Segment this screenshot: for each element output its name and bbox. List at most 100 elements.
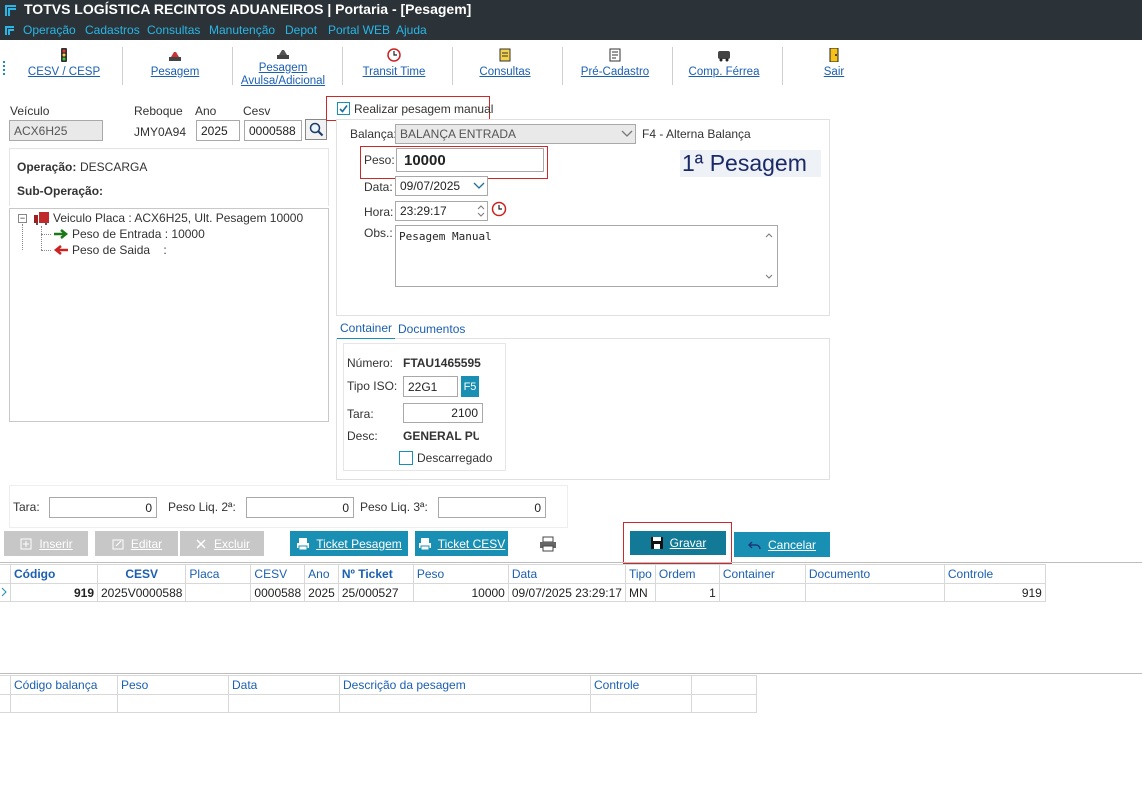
peso-liq-2-field[interactable]: 0 bbox=[246, 497, 354, 518]
col-codigo-balanca[interactable]: Código balança bbox=[10, 675, 118, 695]
cell-documento[interactable] bbox=[804, 583, 945, 602]
window-title: TOTVS LOGÍSTICA RECINTOS ADUANEIROS | Po… bbox=[24, 1, 472, 17]
editar-button[interactable]: Editar bbox=[95, 531, 178, 556]
col-controle-balanca[interactable]: Controle bbox=[590, 675, 692, 695]
col-descricao-pesagem[interactable]: Descrição da pesagem bbox=[339, 675, 591, 695]
menu-consultas[interactable]: Consultas bbox=[147, 23, 200, 37]
cell-ordem[interactable]: 1 bbox=[654, 583, 720, 602]
pre-cadastro-button[interactable]: Pré-Cadastro bbox=[565, 41, 665, 91]
col-peso[interactable]: Peso bbox=[412, 564, 509, 584]
consultas-button[interactable]: Consultas bbox=[455, 41, 555, 91]
comp-ferrea-button[interactable]: Comp. Férrea bbox=[674, 41, 774, 91]
cell-cesv[interactable]: 2025V0000588 bbox=[96, 583, 187, 602]
hora-field[interactable]: 23:29:17 bbox=[395, 201, 488, 221]
col-codigo[interactable]: Código bbox=[10, 564, 98, 584]
manual-checkbox[interactable] bbox=[337, 102, 350, 115]
cell-ano[interactable]: 2025 bbox=[304, 583, 339, 602]
tree-root-label[interactable]: Veiculo Placa : ACX6H25, Ult. Pesagem 10… bbox=[53, 211, 303, 225]
spinner-arrows-icon[interactable] bbox=[476, 203, 486, 219]
pesagem-button[interactable]: Pesagem bbox=[125, 41, 225, 91]
ano-field[interactable]: 2025 bbox=[196, 120, 240, 141]
cell-container[interactable] bbox=[718, 583, 806, 602]
print-preview-icon[interactable] bbox=[539, 536, 557, 552]
data-field[interactable]: 09/07/2025 bbox=[395, 176, 488, 196]
tab-documentos[interactable]: Documentos bbox=[398, 320, 465, 338]
scroll-up-icon[interactable] bbox=[765, 232, 773, 238]
scroll-down-icon[interactable] bbox=[765, 274, 773, 280]
inserir-button[interactable]: Inserir bbox=[4, 531, 88, 556]
col-ticket[interactable]: Nº Ticket bbox=[337, 564, 414, 584]
tree-peso-saida[interactable]: Peso de Saida : bbox=[72, 243, 167, 257]
cell-tipo[interactable]: MN bbox=[624, 583, 656, 602]
tara-container-field[interactable]: 2100 bbox=[403, 403, 483, 423]
col-cesv[interactable]: CESV bbox=[96, 564, 187, 584]
tara-total-field[interactable]: 0 bbox=[49, 497, 157, 518]
menu-ajuda[interactable]: Ajuda bbox=[396, 23, 427, 37]
veiculo-field[interactable]: ACX6H25 bbox=[9, 120, 103, 141]
menu-depot[interactable]: Depot bbox=[285, 23, 317, 37]
obs-textarea[interactable]: Pesagem Manual bbox=[395, 225, 778, 287]
col-container[interactable]: Container bbox=[718, 564, 806, 584]
insert-icon bbox=[20, 538, 32, 549]
empty-cell bbox=[590, 694, 692, 713]
cell-cesv2[interactable]: 0000588 bbox=[250, 583, 306, 602]
col-cesv2[interactable]: CESV bbox=[250, 564, 306, 584]
f5-button[interactable]: F5 bbox=[461, 376, 479, 397]
inserir-label: Inserir bbox=[39, 536, 73, 551]
operacao-value: DESCARGA bbox=[80, 160, 148, 174]
col-peso-balanca[interactable]: Peso bbox=[117, 675, 229, 695]
peso-liq-3-label: Peso Liq. 3ª: bbox=[360, 500, 428, 514]
tree-collapse-toggle[interactable]: − bbox=[18, 214, 27, 223]
cell-data[interactable]: 09/07/2025 23:29:17 bbox=[507, 583, 626, 602]
obs-value: Pesagem Manual bbox=[399, 230, 492, 243]
clock-icon[interactable] bbox=[491, 201, 507, 217]
descarregado-checkbox[interactable] bbox=[399, 451, 413, 465]
descarregado-label[interactable]: Descarregado bbox=[417, 451, 492, 465]
title-bar: TOTVS LOGÍSTICA RECINTOS ADUANEIROS | Po… bbox=[0, 0, 1142, 40]
tree-line bbox=[41, 250, 51, 252]
printer-icon bbox=[297, 537, 310, 550]
cell-placa[interactable] bbox=[185, 583, 252, 602]
tipo-iso-field[interactable]: 22G1 bbox=[403, 376, 458, 397]
pesagem-label: Pesagem bbox=[150, 66, 200, 78]
col-documento[interactable]: Documento bbox=[804, 564, 945, 584]
col-data-balanca[interactable]: Data bbox=[228, 675, 340, 695]
col-placa[interactable]: Placa bbox=[185, 564, 252, 584]
cell-controle[interactable]: 919 bbox=[943, 583, 1046, 602]
gravar-button[interactable]: Gravar bbox=[630, 531, 726, 555]
cell-codigo[interactable]: 919 bbox=[10, 583, 98, 602]
tab-container[interactable]: Container bbox=[337, 320, 395, 340]
ticket-pesagem-button[interactable]: Ticket Pesagem bbox=[290, 531, 408, 556]
cell-peso[interactable]: 10000 bbox=[412, 583, 509, 602]
manual-label[interactable]: Realizar pesagem manual bbox=[354, 102, 493, 116]
table-row[interactable]: 919 2025V0000588 0000588 2025 25/000527 … bbox=[0, 583, 1046, 602]
col-tipo[interactable]: Tipo bbox=[624, 564, 656, 584]
excluir-button[interactable]: Excluir bbox=[180, 531, 264, 556]
arrow-right-icon bbox=[54, 229, 69, 239]
sair-button[interactable]: Sair bbox=[784, 41, 884, 91]
peso-liq-2-label: Peso Liq. 2ª: bbox=[168, 500, 236, 514]
menu-operacao[interactable]: Operação bbox=[23, 23, 76, 37]
cesv-field[interactable]: 0000588 bbox=[244, 120, 302, 141]
cell-ticket[interactable]: 25/000527 bbox=[337, 583, 414, 602]
peso-liq-3-field[interactable]: 0 bbox=[438, 497, 546, 518]
col-data[interactable]: Data bbox=[507, 564, 626, 584]
col-extra bbox=[691, 675, 757, 695]
col-ano[interactable]: Ano bbox=[304, 564, 339, 584]
chevron-down-icon[interactable] bbox=[473, 182, 485, 190]
peso-label: Peso: bbox=[364, 153, 395, 167]
transit-time-button[interactable]: Transit Time bbox=[344, 41, 444, 91]
tree-peso-entrada[interactable]: Peso de Entrada : 10000 bbox=[72, 227, 205, 241]
cesv-cesp-button[interactable]: CESV / CESP bbox=[14, 41, 114, 91]
pesagem-avulsa-button[interactable]: Pesagem Avulsa/Adicional bbox=[233, 41, 333, 91]
menu-manutencao[interactable]: Manutenção bbox=[209, 23, 275, 37]
cancelar-button[interactable]: Cancelar bbox=[734, 532, 830, 557]
balanca-select[interactable]: BALANÇA ENTRADA bbox=[395, 124, 636, 144]
menu-portal-web[interactable]: Portal WEB bbox=[328, 23, 390, 37]
cesv-search-button[interactable] bbox=[305, 119, 327, 140]
menu-cadastros[interactable]: Cadastros bbox=[85, 23, 140, 37]
peso-field[interactable]: 10000 bbox=[396, 148, 544, 172]
col-ordem[interactable]: Ordem bbox=[654, 564, 720, 584]
ticket-cesv-button[interactable]: Ticket CESV bbox=[415, 531, 508, 556]
col-controle[interactable]: Controle bbox=[943, 564, 1046, 584]
